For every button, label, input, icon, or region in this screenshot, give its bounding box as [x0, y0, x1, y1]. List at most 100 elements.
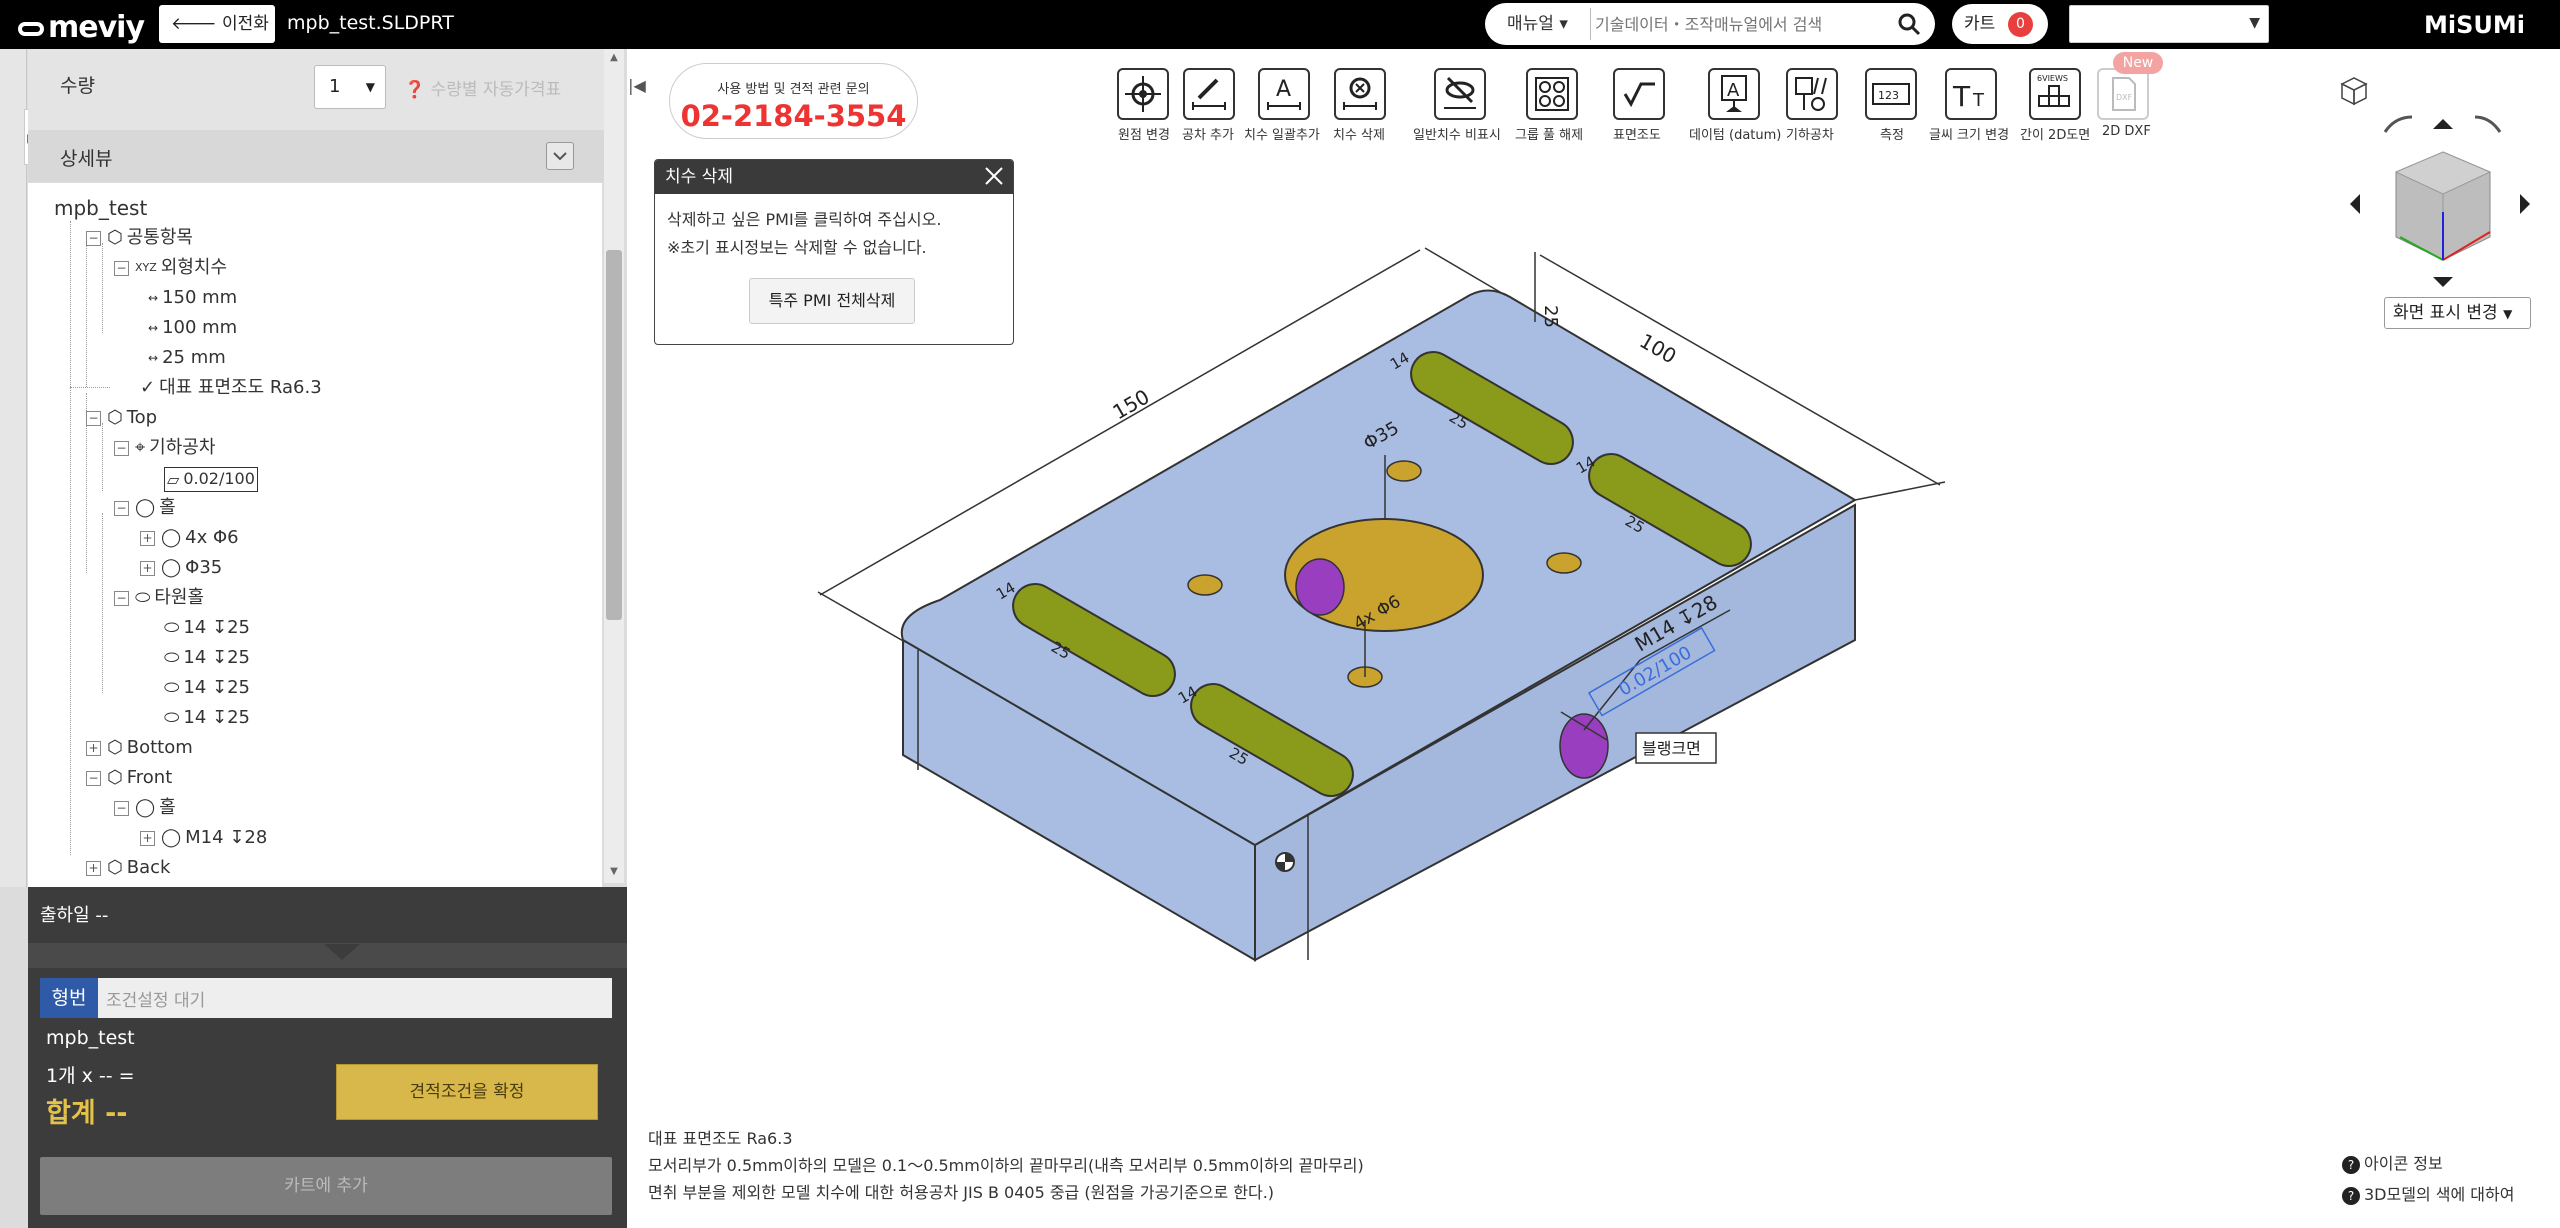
cube-icon: ⬡ — [107, 737, 123, 758]
misumi-logo[interactable]: MiSUMi — [2424, 11, 2525, 39]
collapse-icon[interactable]: − — [114, 800, 129, 816]
quantity-select[interactable]: 1 ▼ — [314, 65, 386, 109]
tree-node-back[interactable]: + ⬡ Back — [86, 857, 170, 879]
panel-collapse-icon[interactable]: |◀ — [627, 66, 647, 106]
tree-node-slot-2[interactable]: ⬭ 14 ↧25 — [164, 647, 250, 669]
geometric-tolerance-button[interactable] — [1786, 68, 1838, 120]
footer-line-1: 대표 표면조도 Ra6.3 — [648, 1129, 793, 1148]
search-icon[interactable] — [1897, 12, 1921, 36]
font-size-button[interactable]: TT — [1945, 68, 1997, 120]
collapse-icon[interactable]: − — [114, 590, 129, 606]
hide-general-dimension-button[interactable] — [1434, 68, 1486, 120]
tree-node-dim-y[interactable]: ↔ 100 mm — [148, 317, 237, 339]
tree-node-geo-tol[interactable]: − ⌖ 기하공차 — [114, 437, 215, 459]
simple-2d-drawing-button[interactable]: 6VIEWS — [2029, 68, 2081, 120]
tree-node-hole-b[interactable]: + ◯ Φ35 — [140, 557, 222, 579]
tree-root[interactable]: mpb_test — [54, 197, 147, 219]
question-icon: ? — [2342, 1156, 2360, 1174]
quantity-label: 수량 — [60, 75, 95, 97]
expand-icon[interactable]: + — [140, 560, 155, 576]
new-badge: New — [2113, 52, 2163, 74]
surface-roughness-button[interactable] — [1613, 68, 1665, 120]
search-category-select[interactable]: 매뉴얼 ▾ — [1499, 8, 1591, 40]
slot-icon: ⬭ — [164, 647, 180, 668]
close-icon[interactable] — [983, 165, 1005, 187]
chevron-down-icon: ▼ — [2503, 307, 2513, 321]
collapse-icon[interactable]: − — [86, 410, 101, 426]
model-viewport[interactable]: 150 100 25 Φ35 4x Φ6 M14 ↧28 0.02/100 블랭… — [800, 230, 1960, 990]
expand-icon[interactable]: + — [140, 830, 155, 846]
part-number-label: 형번 — [40, 978, 98, 1018]
slot-icon: ⬭ — [164, 617, 180, 638]
collapse-icon[interactable]: − — [114, 500, 129, 516]
text-size-icon: TT — [1952, 80, 1985, 113]
delete-dimension-button[interactable] — [1334, 68, 1386, 120]
view-mode-select[interactable]: 화면 표시 변경 ▼ — [2384, 297, 2531, 329]
tree-node-hole[interactable]: − ◯ 홀 — [114, 497, 176, 519]
tree-node-outer-dim[interactable]: − XYZ 외형치수 — [114, 257, 227, 279]
tree-scrollbar-thumb[interactable] — [606, 250, 622, 620]
batch-dimension-button[interactable]: A — [1258, 68, 1310, 120]
detail-view-header[interactable]: 상세뷰 — [28, 130, 608, 182]
chevron-down-icon[interactable] — [546, 142, 574, 170]
collapse-icon[interactable]: − — [86, 770, 101, 786]
collapse-icon[interactable]: − — [114, 440, 129, 456]
tree-node-slot-4[interactable]: ⬭ 14 ↧25 — [164, 707, 250, 729]
part-number-row[interactable]: 형번 조건설정 대기 — [40, 978, 612, 1018]
2d-dxf-button[interactable]: DXF — [2097, 68, 2149, 120]
scroll-up-icon[interactable]: ▲ — [606, 52, 622, 68]
tree-node-slot-3[interactable]: ⬭ 14 ↧25 — [164, 677, 250, 699]
expand-icon[interactable]: + — [86, 860, 101, 876]
search-input[interactable] — [1595, 8, 1885, 40]
tree-node-front-hole-a[interactable]: + ◯ M14 ↧28 — [140, 827, 267, 849]
tree-node-dim-z[interactable]: ↔ 25 mm — [148, 347, 226, 369]
circle-icon: ◯ — [161, 527, 182, 548]
ship-date: 출하일 -- — [40, 905, 109, 926]
tree-node-flatness[interactable]: ▱ 0.02/100 — [164, 467, 258, 492]
cart-button[interactable]: 카트 0 — [1952, 4, 2048, 44]
auto-price-link[interactable]: ❓ 수량별 자동가격표 — [404, 75, 561, 100]
tree-node-slot[interactable]: − ⬭ 타원홀 — [114, 587, 204, 609]
datum-button[interactable]: A — [1708, 68, 1760, 120]
tree-node-dim-x[interactable]: ↔ 150 mm — [148, 287, 237, 309]
datum-icon: A — [1721, 75, 1747, 112]
account-select[interactable]: ▼ — [2069, 5, 2269, 43]
home-cube-icon[interactable] — [2340, 77, 2368, 106]
top-bar: meviy 🡐 이전화면 mpb_test.SLDPRT 매뉴얼 ▾ 카트0 ▼… — [0, 0, 2560, 72]
question-icon: ❓ — [404, 80, 426, 100]
scroll-down-icon[interactable]: ▼ — [606, 866, 622, 882]
tool-label: 치수 일괄추가 — [1244, 128, 1320, 143]
footer-line-3: 면취 부분을 제외한 모델 치수에 대한 허용공차 JIS B 0405 중급 … — [648, 1183, 1275, 1202]
contact-box[interactable]: 사용 방법 및 견적 관련 문의 02-2184-3554 — [669, 63, 918, 139]
tree-node-front-hole[interactable]: − ◯ 홀 — [114, 797, 176, 819]
icon-info-link[interactable]: ? 아이콘 정보 — [2342, 1150, 2443, 1174]
part-number-value: 조건설정 대기 — [106, 991, 206, 1011]
add-to-cart-button[interactable]: 카트에 추가 — [40, 1157, 612, 1215]
tree-node-bottom[interactable]: + ⬡ Bottom — [86, 737, 193, 759]
tree-node-hole-a[interactable]: + ◯ 4x Φ6 — [140, 527, 239, 549]
dialog-title: 치수 삭제 — [655, 160, 1013, 194]
circle-icon: ◯ — [135, 797, 156, 818]
tree-node-common[interactable]: − ⬡ 공통항목 — [86, 227, 193, 249]
group-icon — [1535, 77, 1569, 111]
cube-icon: ⬡ — [107, 407, 123, 428]
expand-icon[interactable]: + — [86, 740, 101, 756]
tree-node-top[interactable]: − ⬡ Top — [86, 407, 157, 429]
back-button[interactable]: 🡐 이전화면 — [159, 5, 275, 72]
six-views-icon: 6VIEWS — [2037, 74, 2070, 107]
ungroup-button[interactable] — [1526, 68, 1578, 120]
tree-node-roughness[interactable]: ✓ 대표 표면조도 Ra6.3 — [140, 377, 322, 399]
expand-icon[interactable]: + — [140, 530, 155, 546]
measure-button[interactable]: 123 — [1865, 68, 1917, 120]
collapse-icon[interactable]: − — [114, 260, 129, 276]
view-cube-widget[interactable] — [2340, 72, 2540, 292]
origin-change-button[interactable] — [1117, 68, 1169, 120]
collapse-icon[interactable]: − — [86, 230, 101, 246]
tree-node-front[interactable]: − ⬡ Front — [86, 767, 172, 789]
tree-node-slot-1[interactable]: ⬭ 14 ↧25 — [164, 617, 250, 639]
xyz-icon: XYZ — [135, 261, 157, 274]
color-info-link[interactable]: ? 3D모델의 색에 대하여 — [2342, 1181, 2514, 1205]
add-tolerance-button[interactable] — [1183, 68, 1235, 120]
confirm-quote-button[interactable]: 견적조건을 확정 — [336, 1064, 598, 1120]
meviy-logo[interactable]: meviy — [18, 10, 145, 45]
